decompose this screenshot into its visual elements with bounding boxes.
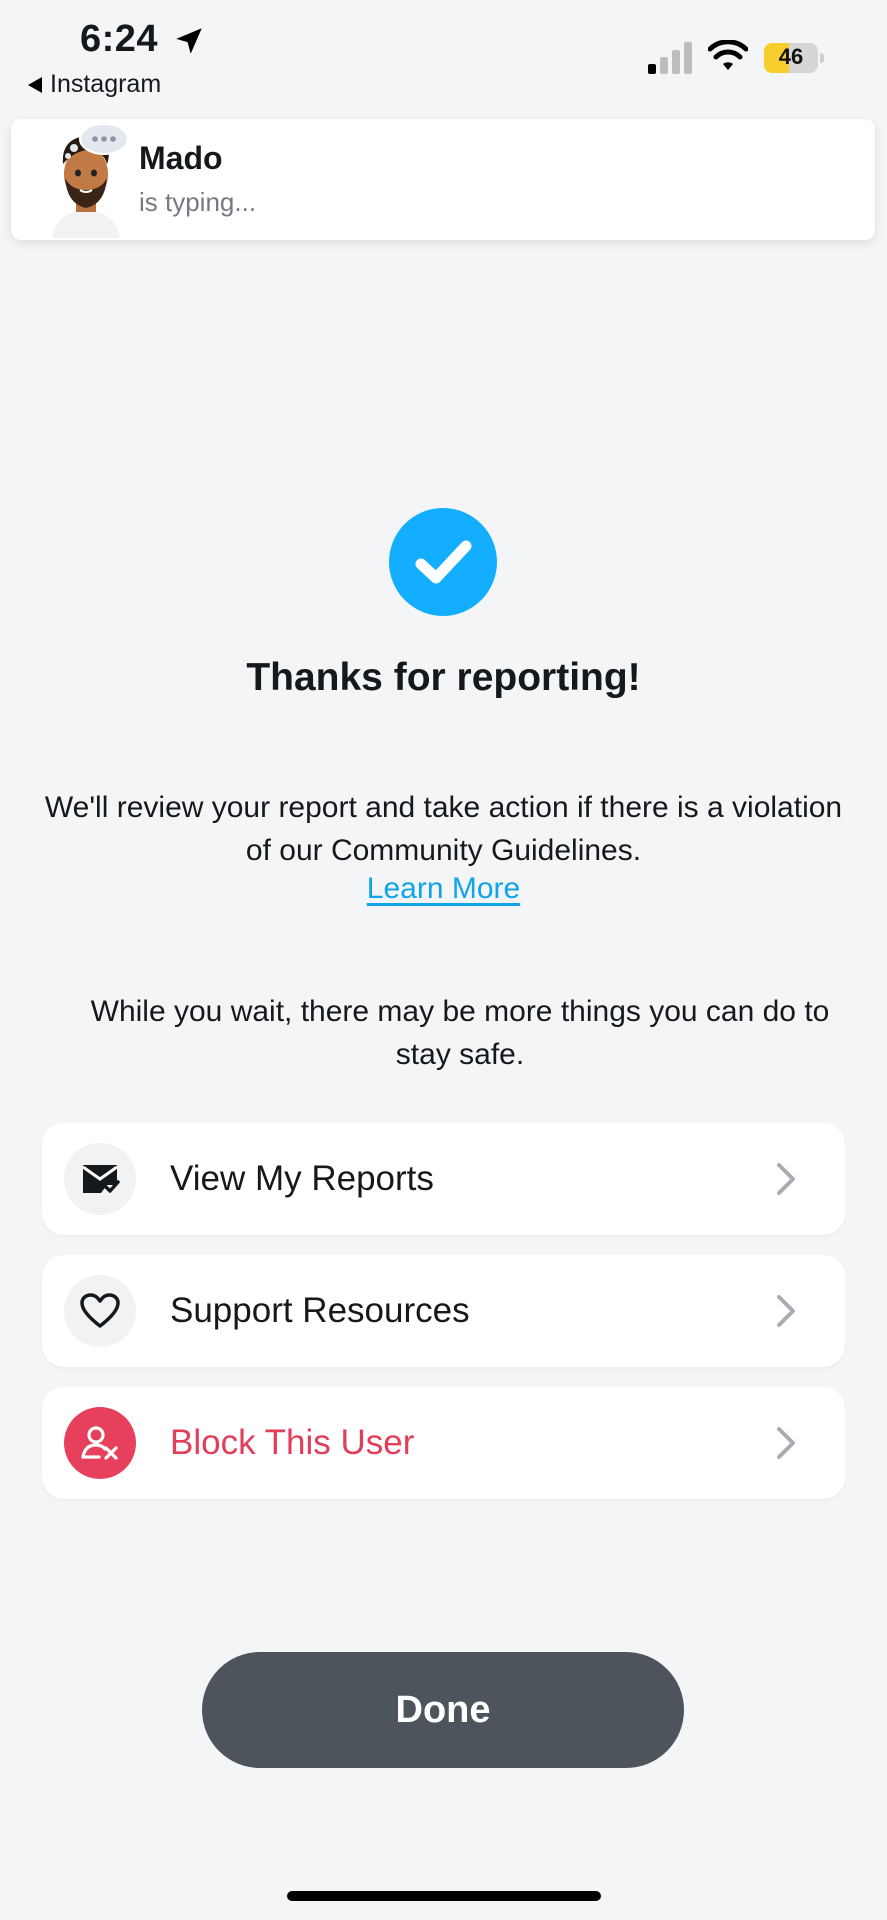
chevron-right-icon: [777, 1427, 795, 1459]
view-my-reports-row[interactable]: View My Reports: [42, 1123, 845, 1235]
block-user-row[interactable]: Block This User: [42, 1387, 845, 1499]
wifi-icon: [708, 40, 748, 70]
success-check-icon: [389, 508, 497, 616]
row-label: Support Resources: [170, 1291, 470, 1330]
notification-sender-name: Mado: [139, 140, 223, 176]
battery-percent: 46: [778, 44, 804, 69]
back-app-label: Instagram: [50, 70, 162, 98]
cellular-signal-icon: [648, 42, 692, 74]
home-indicator[interactable]: [287, 1891, 601, 1901]
chevron-right-icon: [777, 1295, 795, 1327]
row-label: View My Reports: [170, 1159, 434, 1198]
battery-indicator: 46: [764, 43, 824, 73]
mail-check-icon: [64, 1143, 136, 1215]
location-arrow-icon: [176, 28, 202, 54]
wait-message: While you wait, there may be more things…: [90, 995, 830, 1071]
notification-status: is typing...: [139, 187, 257, 217]
done-button[interactable]: Done: [202, 1652, 684, 1768]
status-time: 6:24: [80, 18, 159, 60]
learn-more-link[interactable]: Learn More: [367, 872, 520, 905]
learn-more-row: Learn More: [0, 872, 887, 906]
support-resources-row[interactable]: Support Resources: [42, 1255, 845, 1367]
bitmoji-avatar: [52, 124, 129, 238]
heart-icon: [64, 1275, 136, 1347]
typing-notification[interactable]: [11, 119, 875, 240]
back-triangle-icon: [28, 76, 42, 93]
chevron-right-icon: [777, 1163, 795, 1195]
page-title: Thanks for reporting!: [246, 656, 641, 699]
block-user-icon: [64, 1407, 136, 1479]
row-label: Block This User: [170, 1423, 415, 1462]
back-to-app-link[interactable]: Instagram: [28, 70, 161, 99]
review-message: We'll review your report and take action…: [44, 791, 843, 867]
